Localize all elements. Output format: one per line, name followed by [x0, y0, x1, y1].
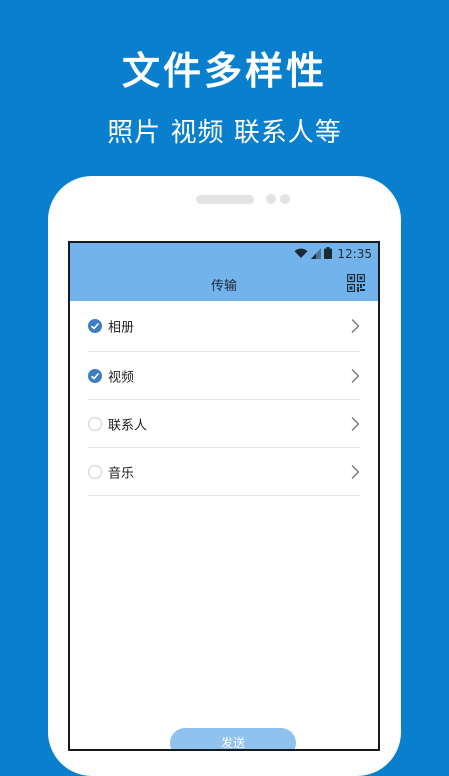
chevron-right-icon — [351, 464, 360, 479]
phone-speaker — [196, 195, 254, 204]
qr-code-icon[interactable] — [347, 274, 365, 292]
phone-screen: 12:35 传输 相册 视频 联系人 音乐 发送 — [68, 241, 380, 751]
battery-icon — [324, 247, 332, 259]
list-item-videos[interactable]: 视频 — [88, 352, 360, 400]
list-item-label: 相册 — [108, 320, 135, 336]
checked-icon[interactable] — [88, 319, 102, 333]
phone-sensor — [266, 194, 276, 204]
wifi-icon — [294, 248, 308, 258]
file-type-list: 相册 视频 联系人 音乐 — [70, 301, 378, 496]
list-item-photos[interactable]: 相册 — [88, 301, 360, 352]
list-item-label: 联系人 — [108, 418, 148, 433]
list-item-label: 音乐 — [108, 466, 135, 481]
chevron-right-icon — [351, 368, 360, 383]
app-bar: 传输 — [70, 265, 378, 301]
list-item-label: 视频 — [108, 370, 135, 385]
promo-subline: 照片 视频 联系人等 — [107, 118, 342, 148]
phone-camera — [280, 194, 290, 204]
unchecked-icon[interactable] — [88, 416, 102, 431]
chevron-right-icon — [351, 319, 360, 333]
signal-icon — [311, 247, 321, 259]
chevron-right-icon — [351, 416, 360, 431]
app-bar-title: 传输 — [210, 279, 237, 294]
checked-icon[interactable] — [88, 368, 102, 383]
list-item-music[interactable]: 音乐 — [88, 448, 360, 496]
status-bar: 12:35 — [70, 243, 378, 265]
unchecked-icon[interactable] — [88, 464, 102, 479]
promo-headline: 文件多样性 — [121, 49, 327, 93]
status-time: 12:35 — [337, 247, 372, 261]
status-icons — [294, 247, 332, 259]
list-item-contacts[interactable]: 联系人 — [88, 400, 360, 448]
